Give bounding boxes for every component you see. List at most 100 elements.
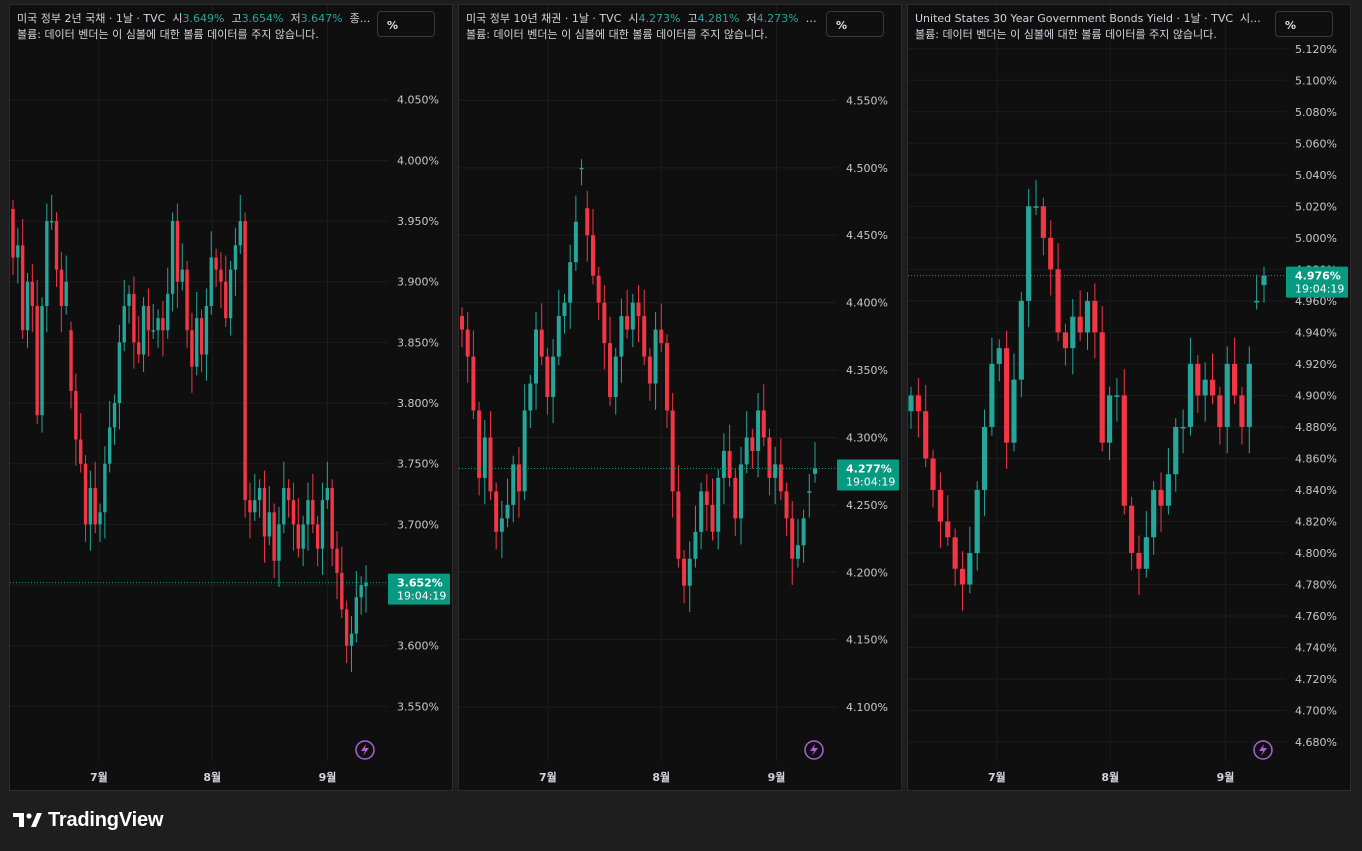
unit-button[interactable]: %	[826, 11, 884, 37]
candle-body[interactable]	[277, 524, 281, 561]
candle-body[interactable]	[756, 410, 761, 451]
chart-panel-10y[interactable]: 4.550% 4.500% 4.450% 4.400% 4.350% 4.300% 4.25…	[458, 4, 902, 791]
candle-body[interactable]	[664, 343, 669, 411]
candle-body[interactable]	[682, 558, 687, 586]
candle-body[interactable]	[642, 316, 647, 357]
candle-body[interactable]	[1239, 395, 1245, 427]
candle-body[interactable]	[551, 356, 556, 397]
candle-body[interactable]	[64, 281, 68, 306]
candle-body[interactable]	[122, 306, 126, 343]
candle-body[interactable]	[1195, 363, 1201, 396]
candle-body[interactable]	[630, 302, 635, 330]
candle-body[interactable]	[915, 395, 921, 412]
candle-body[interactable]	[1217, 395, 1223, 427]
candle-body[interactable]	[1033, 206, 1039, 208]
candle-body[interactable]	[199, 318, 204, 355]
candle-body[interactable]	[1158, 489, 1164, 506]
candle-body[interactable]	[585, 208, 590, 236]
candle-body[interactable]	[1121, 395, 1127, 506]
candle-body[interactable]	[659, 329, 664, 344]
candle-body[interactable]	[103, 463, 107, 513]
candle-body[interactable]	[161, 318, 165, 331]
symbol-title[interactable]: 미국 정부 2년 국채 · 1날 · TVC	[17, 12, 165, 25]
candle-body[interactable]	[1084, 300, 1091, 333]
candle-body[interactable]	[801, 518, 806, 546]
candle-body[interactable]	[1202, 379, 1208, 396]
candle-body[interactable]	[311, 500, 315, 525]
candle-body[interactable]	[151, 330, 155, 332]
candle-body[interactable]	[528, 383, 533, 411]
candle-body[interactable]	[625, 316, 630, 330]
candle-body[interactable]	[1224, 363, 1230, 427]
candle-body[interactable]	[727, 450, 732, 478]
candle-body[interactable]	[108, 427, 112, 464]
candle-body[interactable]	[209, 257, 213, 306]
candle-body[interactable]	[1040, 206, 1046, 238]
candle-body[interactable]	[699, 491, 704, 532]
candle-body[interactable]	[784, 491, 789, 519]
candle-body[interactable]	[767, 437, 772, 478]
candle-body[interactable]	[1261, 275, 1267, 286]
lightning-circle-icon[interactable]	[1253, 740, 1273, 760]
candle-body[interactable]	[335, 548, 339, 573]
candle-body[interactable]	[185, 269, 189, 331]
candle-body[interactable]	[974, 489, 980, 553]
candle-body[interactable]	[1129, 505, 1135, 553]
candle-body[interactable]	[180, 269, 184, 282]
candle-body[interactable]	[214, 257, 218, 270]
candle-body[interactable]	[170, 221, 175, 294]
candle-body[interactable]	[693, 531, 698, 559]
candle-body[interactable]	[1209, 379, 1216, 396]
candle-body[interactable]	[320, 500, 325, 549]
candle-body[interactable]	[190, 330, 194, 367]
candle-body[interactable]	[937, 489, 943, 522]
candle-body[interactable]	[83, 463, 88, 525]
candle-body[interactable]	[1254, 300, 1260, 303]
unit-button[interactable]: %	[1275, 11, 1333, 37]
candle-body[interactable]	[488, 437, 493, 492]
candle-body[interactable]	[1180, 426, 1186, 429]
candle-body[interactable]	[1246, 363, 1252, 427]
candle-body[interactable]	[1092, 300, 1098, 333]
candle-body[interactable]	[359, 585, 363, 598]
candle-body[interactable]	[653, 329, 658, 384]
candle-body[interactable]	[608, 343, 613, 397]
candle-body[interactable]	[1077, 316, 1083, 333]
candle-body[interactable]	[98, 512, 102, 525]
candle-body[interactable]	[291, 500, 296, 525]
candle-body[interactable]	[45, 221, 49, 306]
candle-body[interactable]	[301, 524, 305, 549]
candle-body[interactable]	[25, 281, 30, 331]
candle-body[interactable]	[721, 450, 726, 478]
candle-body[interactable]	[1114, 395, 1120, 397]
candle-body[interactable]	[522, 410, 527, 492]
candle-body[interactable]	[11, 208, 15, 258]
candle-body[interactable]	[204, 306, 209, 355]
candle-body[interactable]	[137, 342, 141, 355]
candle-body[interactable]	[262, 488, 267, 537]
chart-svg-0[interactable]: 4.050% 4.000% 3.950% 3.900% 3.850% 3.800% 3.75…	[10, 5, 453, 791]
candle-body[interactable]	[296, 524, 300, 549]
candle-body[interactable]	[16, 245, 20, 258]
candle-body[interactable]	[579, 167, 584, 170]
candle-body[interactable]	[59, 269, 64, 306]
candle-body[interactable]	[88, 488, 93, 525]
tradingview-logo[interactable]: TradingView	[12, 808, 163, 832]
candle-body[interactable]	[30, 281, 35, 306]
candle-body[interactable]	[1055, 269, 1061, 333]
candle-body[interactable]	[596, 275, 601, 303]
candle-body[interactable]	[272, 512, 276, 561]
candle-body[interactable]	[325, 488, 330, 501]
candle-body[interactable]	[923, 411, 929, 459]
candle-body[interactable]	[175, 221, 180, 282]
candle-body[interactable]	[813, 468, 817, 474]
candle-body[interactable]	[195, 318, 199, 367]
candle-body[interactable]	[744, 437, 749, 465]
candle-body[interactable]	[505, 504, 510, 519]
candle-body[interactable]	[1018, 300, 1024, 380]
candle-body[interactable]	[773, 464, 778, 478]
candle-body[interactable]	[516, 464, 521, 492]
candle-body[interactable]	[795, 545, 800, 559]
candle-body[interactable]	[568, 262, 573, 303]
candle-body[interactable]	[238, 221, 242, 246]
